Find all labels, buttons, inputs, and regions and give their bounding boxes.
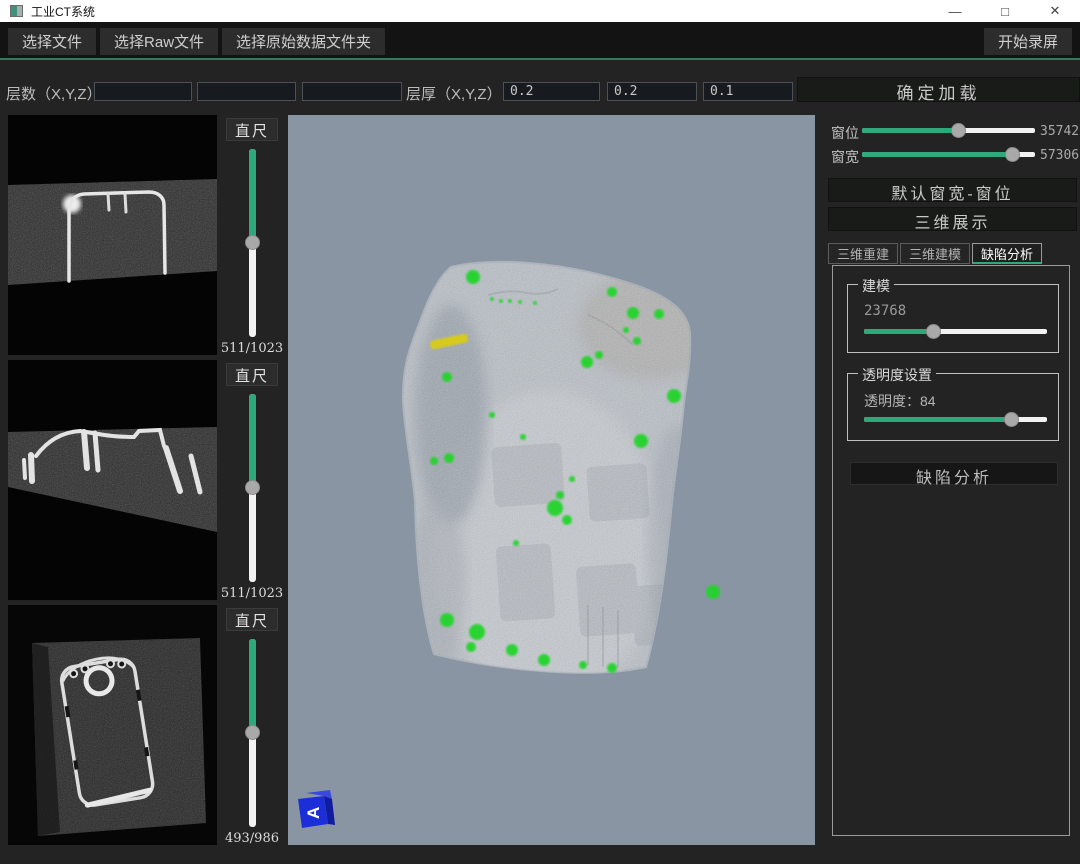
transparency-group: 透明度设置 透明度：84 bbox=[847, 373, 1059, 441]
slider-fill bbox=[864, 417, 1012, 422]
select-folder-button[interactable]: 选择原始数据文件夹 bbox=[222, 28, 385, 55]
tab-3d-reconstruction[interactable]: 三维重建 bbox=[828, 243, 898, 264]
layer-y-input[interactable] bbox=[197, 82, 296, 101]
toolbar: 选择文件 选择Raw文件 选择原始数据文件夹 开始录屏 bbox=[0, 22, 1080, 60]
slider-fill bbox=[862, 152, 1013, 157]
ruler-button-bottom[interactable]: 直尺 bbox=[226, 608, 278, 631]
slider-fill bbox=[249, 639, 256, 733]
maximize-button[interactable]: □ bbox=[980, 0, 1030, 22]
slider-thumb[interactable] bbox=[245, 235, 260, 250]
slider-thumb[interactable] bbox=[245, 480, 260, 495]
slice-position-middle: 511/1023 bbox=[221, 586, 283, 601]
window-level-slider[interactable] bbox=[862, 122, 1035, 138]
window-width-label: 窗宽 bbox=[831, 147, 859, 167]
titlebar: 工业CT系统 — □ ✕ bbox=[0, 0, 1080, 22]
slider-thumb[interactable] bbox=[1005, 147, 1020, 162]
slice-view-bottom[interactable] bbox=[8, 605, 217, 845]
thickness-label: 层厚（X,Y,Z） bbox=[406, 83, 502, 104]
defect-analysis-button[interactable]: 缺陷分析 bbox=[850, 462, 1058, 485]
slider-fill bbox=[249, 149, 256, 243]
defect-analysis-pane: 建模 23768 透明度设置 透明度：84 缺陷分析 bbox=[832, 265, 1070, 836]
slice-controls-middle: 直尺 511/1023 bbox=[218, 360, 286, 603]
slice-slider-middle[interactable] bbox=[244, 394, 261, 582]
slider-thumb[interactable] bbox=[1004, 412, 1019, 427]
window-title: 工业CT系统 bbox=[31, 3, 95, 20]
minimize-button[interactable]: — bbox=[930, 0, 980, 22]
transparency-slider[interactable] bbox=[864, 411, 1047, 427]
slider-thumb[interactable] bbox=[926, 324, 941, 339]
app-window: 工业CT系统 — □ ✕ 选择文件 选择Raw文件 选择原始数据文件夹 开始录屏… bbox=[0, 0, 1080, 864]
slider-fill bbox=[862, 128, 959, 133]
render-viewport[interactable]: A bbox=[288, 115, 815, 845]
slider-fill bbox=[864, 329, 934, 334]
slice-view-middle[interactable] bbox=[8, 360, 217, 600]
slice-slider-bottom[interactable] bbox=[244, 639, 261, 827]
slice-position-bottom: 493/986 bbox=[225, 831, 279, 846]
transparency-group-title: 透明度设置 bbox=[858, 365, 936, 385]
close-button[interactable]: ✕ bbox=[1030, 0, 1080, 22]
ct-3d-model bbox=[288, 115, 815, 845]
layer-x-input[interactable] bbox=[94, 82, 192, 101]
layer-z-input[interactable] bbox=[302, 82, 402, 101]
modeling-slider[interactable] bbox=[864, 323, 1047, 339]
app-icon bbox=[10, 5, 23, 17]
display-3d-button[interactable]: 三维展示 bbox=[828, 207, 1077, 231]
slice-position-top: 511/1023 bbox=[221, 341, 283, 356]
window-width-value: 57306 bbox=[1040, 148, 1079, 163]
analysis-tabs: 三维重建 三维建模 缺陷分析 bbox=[828, 243, 1042, 264]
record-button[interactable]: 开始录屏 bbox=[984, 28, 1072, 55]
slice-controls-bottom: 直尺 493/986 bbox=[218, 605, 286, 848]
window-level-label: 窗位 bbox=[831, 123, 859, 143]
slider-thumb[interactable] bbox=[951, 123, 966, 138]
modeling-value: 23768 bbox=[864, 303, 906, 319]
params-row: 层数（X,Y,Z） 层厚（X,Y,Z） 确定加载 bbox=[0, 60, 1080, 110]
thickness-x-input[interactable] bbox=[503, 82, 600, 101]
select-raw-button[interactable]: 选择Raw文件 bbox=[100, 28, 218, 55]
slice-view-top[interactable] bbox=[8, 115, 217, 355]
orientation-cube-icon[interactable]: A bbox=[294, 787, 338, 833]
ruler-button-top[interactable]: 直尺 bbox=[226, 118, 278, 141]
ruler-button-middle[interactable]: 直尺 bbox=[226, 363, 278, 386]
cube-letter: A bbox=[304, 807, 323, 819]
slider-fill bbox=[249, 394, 256, 488]
thickness-z-input[interactable] bbox=[703, 82, 793, 101]
window-width-slider[interactable] bbox=[862, 146, 1035, 162]
transparency-value-label: 透明度：84 bbox=[864, 391, 936, 411]
window-controls: — □ ✕ bbox=[930, 0, 1080, 22]
modeling-group-title: 建模 bbox=[858, 276, 894, 296]
select-file-button[interactable]: 选择文件 bbox=[8, 28, 96, 55]
tab-3d-modeling[interactable]: 三维建模 bbox=[900, 243, 970, 264]
tab-defect-analysis[interactable]: 缺陷分析 bbox=[972, 243, 1042, 264]
slice-controls-top: 直尺 511/1023 bbox=[218, 115, 286, 358]
window-level-value: 35742 bbox=[1040, 124, 1079, 139]
layers-label: 层数（X,Y,Z） bbox=[6, 83, 102, 104]
modeling-group: 建模 23768 bbox=[847, 284, 1059, 353]
thickness-y-input[interactable] bbox=[607, 82, 697, 101]
slice-slider-top[interactable] bbox=[244, 149, 261, 337]
default-window-button[interactable]: 默认窗宽-窗位 bbox=[828, 178, 1077, 202]
slider-thumb[interactable] bbox=[245, 725, 260, 740]
load-button[interactable]: 确定加载 bbox=[797, 77, 1080, 102]
